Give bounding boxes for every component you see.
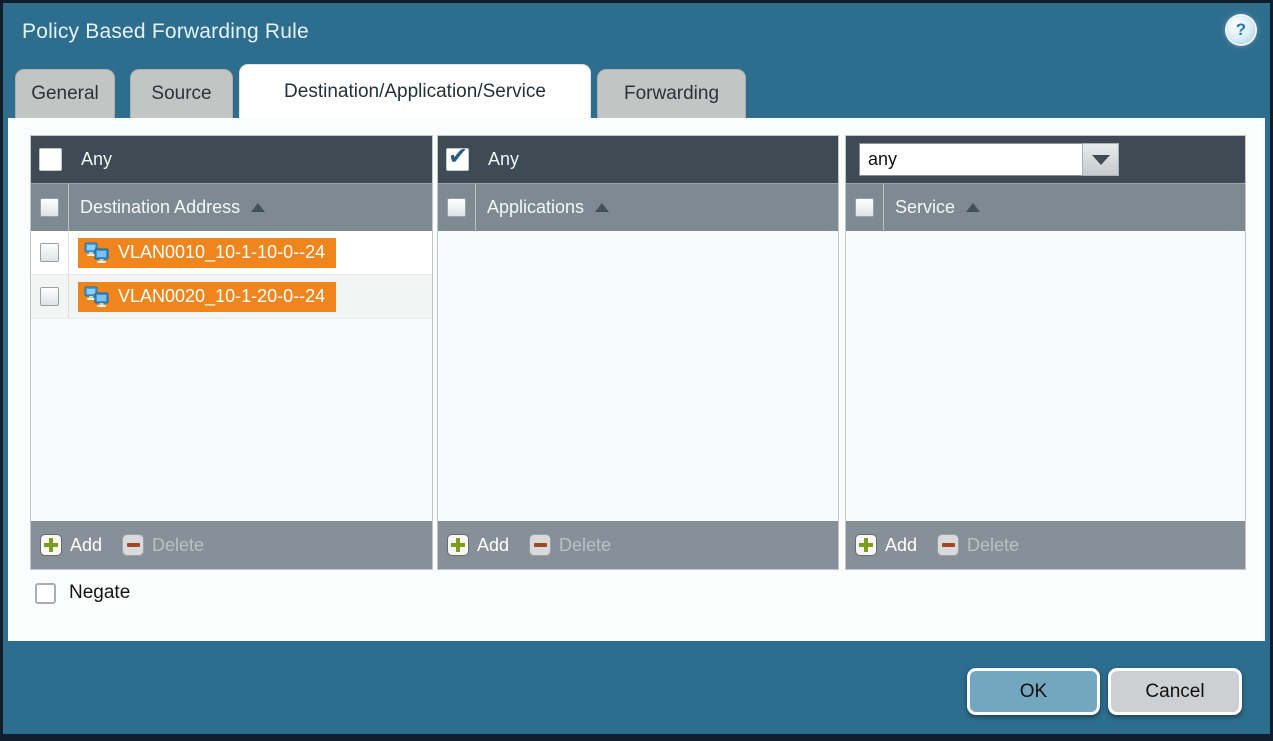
list-item[interactable]: VLAN0020_10-1-20-0--24 bbox=[31, 275, 432, 319]
service-dropdown-button[interactable] bbox=[1082, 143, 1119, 176]
tab-forwarding[interactable]: Forwarding bbox=[597, 69, 746, 118]
network-address-icon bbox=[83, 242, 110, 264]
applications-footer-toolbar: Add Delete bbox=[438, 521, 838, 569]
tab-label: Destination/Application/Service bbox=[284, 81, 546, 103]
help-icon[interactable]: ? bbox=[1227, 16, 1255, 44]
add-label: Add bbox=[885, 535, 917, 556]
sort-ascending-icon bbox=[251, 203, 265, 212]
negate-checkbox[interactable] bbox=[35, 583, 56, 604]
add-button[interactable]: Add bbox=[40, 534, 102, 556]
applications-list bbox=[438, 231, 838, 521]
row-checkbox[interactable] bbox=[40, 243, 59, 262]
ok-button[interactable]: OK bbox=[967, 668, 1100, 715]
any-label: Any bbox=[488, 149, 519, 170]
negate-label: Negate bbox=[69, 582, 130, 604]
select-all-checkbox[interactable] bbox=[40, 198, 59, 217]
add-label: Add bbox=[477, 535, 509, 556]
delete-label: Delete bbox=[559, 535, 611, 556]
service-dropdown-value[interactable]: any bbox=[859, 143, 1082, 176]
sort-ascending-icon bbox=[595, 203, 609, 212]
tab-content: Any Destination Address VLAN0010_10-1-10… bbox=[8, 118, 1265, 641]
destination-any-bar: Any bbox=[31, 136, 432, 183]
destination-footer-toolbar: Add Delete bbox=[31, 521, 432, 569]
service-panel: any Service bbox=[845, 135, 1246, 570]
column-header-label: Destination Address bbox=[80, 197, 240, 218]
address-object-label: VLAN0010_10-1-10-0--24 bbox=[118, 242, 325, 263]
header-checkbox-cell bbox=[31, 184, 69, 231]
address-object-chip[interactable]: VLAN0020_10-1-20-0--24 bbox=[78, 282, 336, 312]
tab-label: Forwarding bbox=[624, 83, 719, 105]
address-object-label: VLAN0020_10-1-20-0--24 bbox=[118, 286, 325, 307]
delete-label: Delete bbox=[967, 535, 1019, 556]
negate-option: Negate bbox=[35, 582, 130, 604]
delete-button[interactable]: Delete bbox=[529, 534, 611, 556]
network-address-icon bbox=[83, 286, 110, 308]
plus-icon bbox=[855, 534, 877, 556]
row-checkbox-cell bbox=[31, 275, 69, 318]
dialog-title: Policy Based Forwarding Rule bbox=[22, 20, 309, 44]
add-label: Add bbox=[70, 535, 102, 556]
row-checkbox-cell bbox=[31, 231, 69, 274]
applications-any-bar: Any bbox=[438, 136, 838, 183]
applications-column-header[interactable]: Applications bbox=[438, 183, 838, 231]
row-checkbox[interactable] bbox=[40, 287, 59, 306]
delete-label: Delete bbox=[152, 535, 204, 556]
destination-address-list: VLAN0010_10-1-10-0--24 VLAN0020_10-1-20-0… bbox=[31, 231, 432, 521]
applications-panel: Any Applications Add bbox=[437, 135, 839, 570]
address-object-chip[interactable]: VLAN0010_10-1-10-0--24 bbox=[78, 238, 336, 268]
list-item[interactable]: VLAN0010_10-1-10-0--24 bbox=[31, 231, 432, 275]
add-button[interactable]: Add bbox=[855, 534, 917, 556]
minus-icon bbox=[937, 534, 959, 556]
any-label: Any bbox=[81, 149, 112, 170]
add-button[interactable]: Add bbox=[447, 534, 509, 556]
column-header-label: Service bbox=[895, 197, 955, 218]
service-list bbox=[846, 231, 1245, 521]
destination-address-panel: Any Destination Address VLAN0010_10-1-10… bbox=[30, 135, 433, 570]
destination-column-header[interactable]: Destination Address bbox=[31, 183, 432, 231]
delete-button[interactable]: Delete bbox=[122, 534, 204, 556]
header-checkbox-cell bbox=[438, 184, 476, 231]
select-all-checkbox[interactable] bbox=[855, 198, 874, 217]
minus-icon bbox=[529, 534, 551, 556]
policy-based-forwarding-dialog: Policy Based Forwarding Rule ? General S… bbox=[0, 0, 1273, 741]
applications-any-checkbox[interactable] bbox=[446, 148, 469, 171]
header-checkbox-cell bbox=[846, 184, 884, 231]
sort-ascending-icon bbox=[966, 203, 980, 212]
service-dropdown-bar: any bbox=[846, 136, 1245, 183]
tab-destination-application-service[interactable]: Destination/Application/Service bbox=[239, 64, 591, 118]
cancel-button[interactable]: Cancel bbox=[1108, 668, 1242, 715]
tab-label: General bbox=[31, 83, 99, 105]
tab-label: Source bbox=[151, 83, 211, 105]
plus-icon bbox=[40, 534, 62, 556]
tab-source[interactable]: Source bbox=[130, 69, 233, 118]
service-column-header[interactable]: Service bbox=[846, 183, 1245, 231]
minus-icon bbox=[122, 534, 144, 556]
select-all-checkbox[interactable] bbox=[447, 198, 466, 217]
chevron-down-icon bbox=[1092, 155, 1110, 165]
service-footer-toolbar: Add Delete bbox=[846, 521, 1245, 569]
column-header-label: Applications bbox=[487, 197, 584, 218]
dialog-window: Policy Based Forwarding Rule ? General S… bbox=[3, 3, 1270, 734]
plus-icon bbox=[447, 534, 469, 556]
service-dropdown[interactable]: any bbox=[859, 143, 1119, 176]
delete-button[interactable]: Delete bbox=[937, 534, 1019, 556]
destination-any-checkbox[interactable] bbox=[39, 148, 62, 171]
tab-general[interactable]: General bbox=[15, 69, 115, 118]
